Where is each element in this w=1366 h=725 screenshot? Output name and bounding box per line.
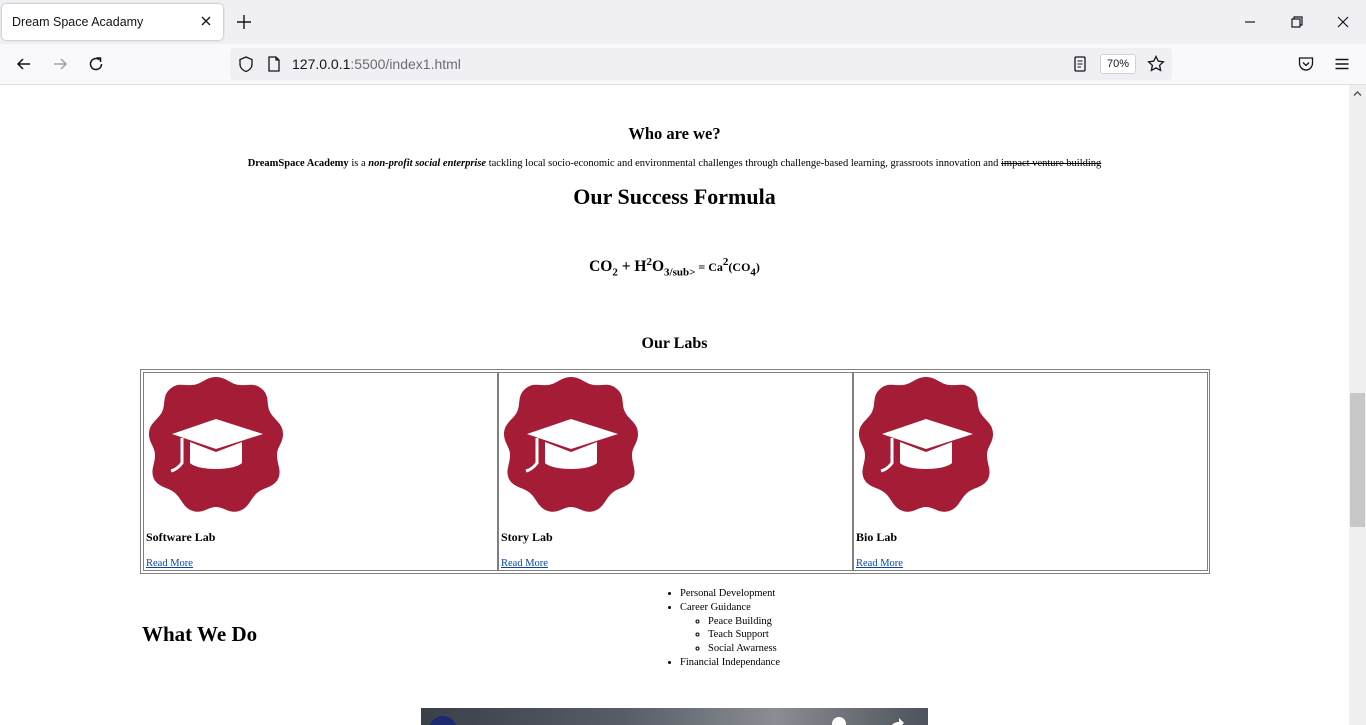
new-tab-icon[interactable] [234,12,254,32]
enterprise-type: non-profit social enterprise [368,158,487,169]
pocket-icon[interactable] [1296,54,1316,74]
minimize-icon[interactable] [1240,12,1260,32]
formula-part: CO [589,258,613,276]
list-item: Personal Development [680,587,780,601]
embedded-video[interactable] [421,708,928,725]
url-bar[interactable]: 127.0.0.1:5500/index1.html 70% [230,48,1172,80]
formula-part: + H [617,258,647,276]
read-more-link[interactable]: Read More [501,558,548,569]
close-tab-icon[interactable] [197,12,215,30]
sub-list-item: Teach Support [708,628,780,642]
shield-icon[interactable] [236,54,256,74]
list-item-label: Career Guidance [680,601,751,613]
reader-icon[interactable] [1070,54,1090,74]
sub-list-item: Social Awarness [708,642,780,656]
lab-name: Software Lab [146,530,216,544]
graduation-cap-icon [859,377,993,512]
formula-part: (CO [728,260,751,275]
scroll-up-icon[interactable] [1352,88,1363,99]
formula-part: O [651,258,665,276]
formula-sub: 3/sub> [664,266,696,279]
vertical-scrollbar[interactable] [1349,85,1366,725]
forward-icon[interactable] [50,54,70,74]
url-text[interactable]: 127.0.0.1:5500/index1.html [292,56,461,72]
labs-table: Software Lab Read More Story Lab Read Mo… [140,369,1210,574]
formula-heading: Our Success Formula [573,184,776,209]
sub-list: Peace Building Teach Support Social Awar… [680,615,780,656]
read-more-link[interactable]: Read More [146,558,193,569]
who-heading: Who are we? [628,124,721,143]
lab-card: Bio Lab Read More [853,372,1208,571]
lab-card: Software Lab Read More [143,372,498,571]
list-item: Financial Independance [680,656,780,670]
watch-later-icon[interactable] [831,716,847,725]
what-we-do-heading: What We Do [142,622,258,646]
page-viewport: Who are we? DreamSpace Academy is a non-… [0,85,1349,725]
about-paragraph: DreamSpace Academy is a non-profit socia… [0,158,1349,169]
about-text: is a [348,158,369,169]
share-icon[interactable] [887,716,905,725]
lab-name: Story Lab [501,530,553,544]
services-list: Personal Development Career Guidance Pea… [680,587,780,670]
zoom-level-badge[interactable]: 70% [1100,54,1136,74]
reload-icon[interactable] [86,54,106,74]
navigation-toolbar: 127.0.0.1:5500/index1.html 70% [0,44,1366,85]
sub-list-item: Peace Building [708,615,780,629]
channel-avatar-icon [429,716,457,725]
menu-icon[interactable] [1332,54,1352,74]
org-name: DreamSpace Academy [247,158,349,169]
formula-part: ) [755,260,760,275]
graduation-cap-icon [504,377,638,512]
graduation-cap-icon [149,377,283,512]
struck-text: impact venture building [1001,158,1102,169]
back-icon[interactable] [14,54,34,74]
formula-part: = Ca [695,260,723,275]
restore-icon[interactable] [1287,12,1307,32]
scrollbar-thumb[interactable] [1350,393,1365,527]
url-path: :5500/index1.html [350,56,461,72]
bookmark-star-icon[interactable] [1146,54,1166,74]
labs-heading: Our Labs [641,335,708,352]
tab-title: Dream Space Acadamy [12,15,144,29]
lab-name: Bio Lab [856,530,898,544]
tab-bar: Dream Space Acadamy [0,0,1366,44]
read-more-link[interactable]: Read More [856,558,903,569]
close-window-icon[interactable] [1333,12,1353,32]
about-body: tackling local socio-economic and enviro… [486,158,1001,169]
page-icon[interactable] [264,54,284,74]
success-formula: CO2 + H2O3/sub> = Ca2(CO4) [0,256,1349,278]
lab-card: Story Lab Read More [498,372,853,571]
active-tab[interactable]: Dream Space Acadamy [2,4,223,40]
url-host: 127.0.0.1 [292,56,351,72]
list-item: Career Guidance Peace Building Teach Sup… [680,601,780,656]
